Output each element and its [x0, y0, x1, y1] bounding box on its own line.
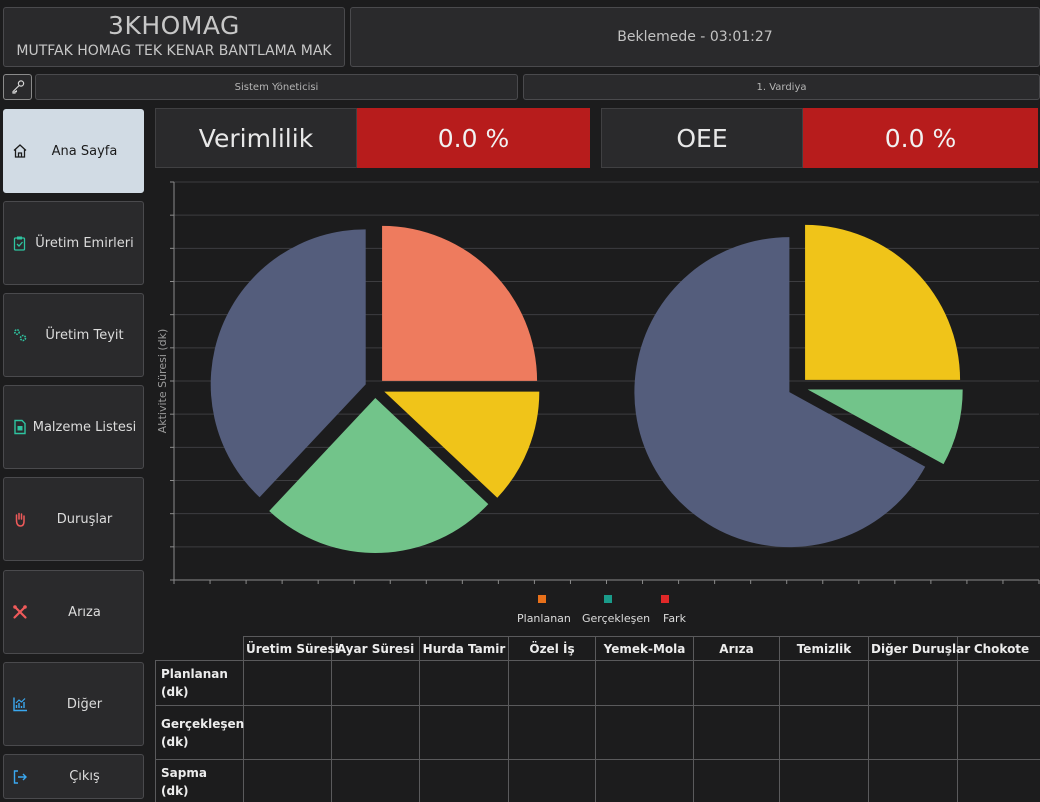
tools-icon	[11, 603, 29, 621]
row-label: Gerçekleşen (dk)	[155, 705, 244, 760]
column-header: Ayar Süresi	[331, 636, 420, 661]
gears-icon	[11, 326, 29, 344]
nav-stops-button[interactable]: Duruşlar	[3, 477, 144, 561]
efficiency-label: Verimlilik	[155, 108, 357, 168]
activity-table: Üretim Süresi Ayar Süresi Hurda Tamir Öz…	[155, 636, 1040, 802]
shift-name: 1. Vardiya	[756, 81, 807, 93]
column-header: Arıza	[693, 636, 780, 661]
table-cell	[331, 759, 420, 802]
user-bar[interactable]: Sistem Yöneticisi	[35, 74, 518, 100]
table-row: Gerçekleşen (dk)	[155, 705, 1040, 760]
column-header: Hurda Tamir	[419, 636, 509, 661]
column-header: Özel İş	[508, 636, 596, 661]
document-icon	[11, 418, 29, 436]
table-cell	[595, 660, 694, 706]
nav-other-button[interactable]: Diğer	[3, 662, 144, 746]
legend-swatch	[604, 595, 612, 603]
nav-home-button[interactable]: Ana Sayfa	[3, 109, 144, 193]
table-cell	[419, 705, 509, 760]
clipboard-icon	[11, 234, 29, 252]
oee-label: OEE	[601, 108, 803, 168]
table-cell	[331, 705, 420, 760]
table-cell	[508, 705, 596, 760]
machine-status-panel: Beklemede - 03:01:27	[350, 7, 1040, 67]
table-cell	[595, 705, 694, 760]
table-cell	[779, 660, 869, 706]
table-cell	[243, 705, 332, 760]
key-icon	[11, 80, 24, 94]
nav-home-label: Ana Sayfa	[51, 143, 118, 159]
column-header: Yemek-Mola	[595, 636, 694, 661]
nav-stops-label: Duruşlar	[56, 511, 113, 527]
efficiency-value: 0.0 %	[357, 108, 590, 168]
nav-material-list-button[interactable]: Malzeme Listesi	[3, 385, 144, 469]
nav-other-label: Diğer	[66, 696, 103, 712]
nav-logout-button[interactable]: Çıkış	[3, 754, 144, 799]
table-cell	[693, 759, 780, 802]
table-cell	[868, 705, 958, 760]
nav-logout-label: Çıkış	[69, 769, 100, 784]
nav-production-confirm-button[interactable]: Üretim Teyit	[3, 293, 144, 377]
legend-swatch	[538, 595, 546, 603]
machine-name: MUTFAK HOMAG TEK KENAR BANTLAMA MAK	[16, 43, 332, 59]
table-row: Planlanan (dk)	[155, 660, 1040, 706]
column-header: Üretim Süresi	[243, 636, 339, 661]
table-cell	[693, 705, 780, 760]
column-header: Diğer Duruşlar	[868, 636, 970, 661]
nav-material-list-label: Malzeme Listesi	[32, 419, 137, 435]
table-cell	[779, 705, 869, 760]
table-row: Sapma (dk)	[155, 759, 1040, 802]
brand-panel: 3KHOMAG MUTFAK HOMAG TEK KENAR BANTLAMA …	[3, 7, 345, 67]
legend-label: Fark	[663, 612, 687, 625]
table-cell	[693, 660, 780, 706]
nav-fault-button[interactable]: Arıza	[3, 570, 144, 654]
activity-chart: Aktivite Süresi (dk) Planlanan Gerçekleşen…	[156, 181, 1040, 625]
column-header: Temizlik	[779, 636, 869, 661]
hand-stop-icon	[11, 510, 29, 528]
table-header-row: Üretim Süresi Ayar Süresi Hurda Tamir Öz…	[155, 636, 1040, 661]
logout-icon	[11, 768, 29, 786]
user-name: Sistem Yöneticisi	[234, 81, 319, 93]
table-cell	[779, 759, 869, 802]
legend-label: Gerçekleşen	[582, 612, 650, 625]
legend-label: Planlanan	[517, 612, 571, 625]
nav-production-orders-label: Üretim Emirleri	[35, 235, 134, 251]
row-label: Sapma (dk)	[155, 759, 244, 802]
table-cell	[419, 660, 509, 706]
key-button[interactable]	[3, 74, 32, 100]
table-cell	[868, 660, 958, 706]
brand-title: 3KHOMAG	[108, 11, 240, 40]
row-label: Planlanan (dk)	[155, 660, 244, 706]
table-cell	[508, 759, 596, 802]
table-corner	[155, 636, 244, 661]
legend-swatch	[661, 595, 669, 603]
table-cell	[957, 660, 1040, 706]
table-cell	[243, 759, 332, 802]
oee-value: 0.0 %	[803, 108, 1038, 168]
chart-icon	[11, 695, 29, 713]
shift-bar[interactable]: 1. Vardiya	[523, 74, 1040, 100]
table-cell	[419, 759, 509, 802]
table-cell	[331, 660, 420, 706]
home-icon	[11, 142, 29, 160]
machine-status: Beklemede - 03:01:27	[617, 29, 773, 45]
nav-production-confirm-label: Üretim Teyit	[45, 327, 124, 343]
nav-production-orders-button[interactable]: Üretim Emirleri	[3, 201, 144, 285]
pie-slice	[382, 225, 538, 381]
table-cell	[508, 660, 596, 706]
table-cell	[957, 705, 1040, 760]
y-axis-label: Aktivite Süresi (dk)	[156, 329, 169, 434]
nav-fault-label: Arıza	[68, 604, 101, 620]
table-cell	[957, 759, 1040, 802]
table-cell	[595, 759, 694, 802]
table-cell	[243, 660, 332, 706]
table-cell	[868, 759, 958, 802]
